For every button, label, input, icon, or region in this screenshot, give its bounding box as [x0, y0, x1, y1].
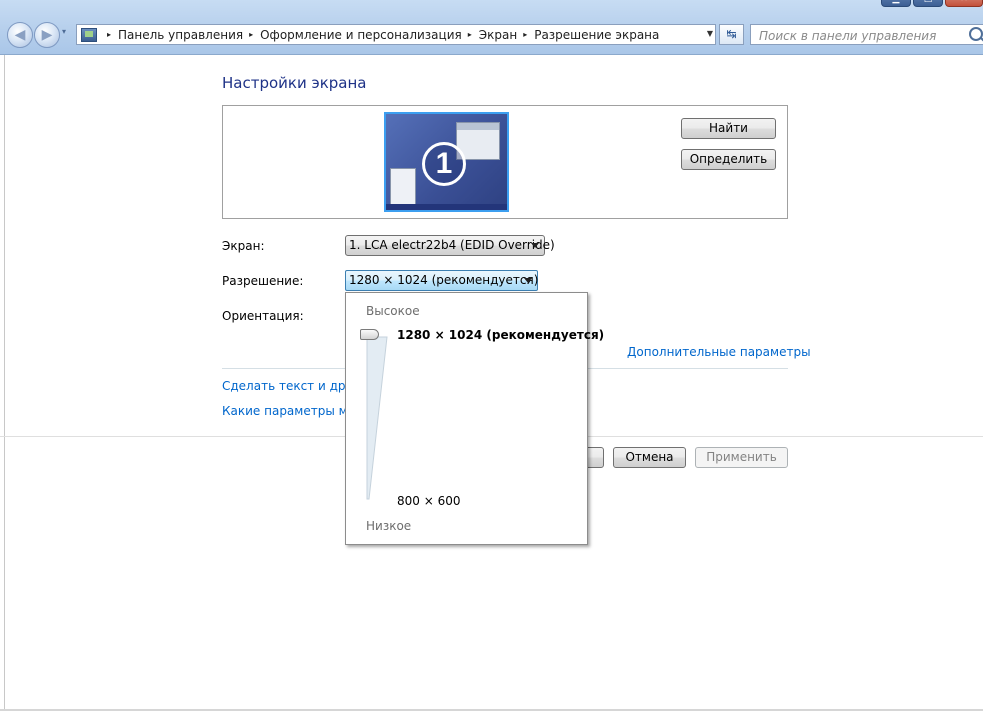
resolution-slider-thumb[interactable] — [360, 329, 379, 340]
resolution-slider-popup: Высокое 1280 × 1024 (рекомендуется) 800 … — [345, 292, 604, 545]
breadcrumb-separator-icon[interactable]: ▸ — [523, 30, 527, 39]
advanced-settings-link[interactable]: Дополнительные параметры — [627, 345, 811, 359]
breadcrumb-display[interactable]: Экран — [479, 28, 517, 42]
monitor-preview-panel: 1 Найти Определить — [222, 105, 788, 219]
monitor-taskbar-graphic — [386, 204, 507, 210]
breadcrumb-control-panel[interactable]: Панель управления — [118, 28, 243, 42]
slider-low-label: Низкое — [366, 519, 412, 533]
control-panel-icon[interactable] — [81, 27, 97, 42]
search-input[interactable] — [757, 25, 971, 46]
slider-top-value[interactable]: 1280 × 1024 (рекомендуется) — [397, 328, 604, 342]
monitor-number-badge: 1 — [422, 142, 466, 186]
dropdown-arrow-icon — [531, 243, 539, 248]
window-left-border — [4, 55, 5, 711]
monitor-sidebar-graphic — [390, 168, 416, 208]
recent-pages-dropdown-icon[interactable]: ▾ — [62, 27, 66, 36]
address-dropdown-icon[interactable]: ▼ — [707, 29, 713, 38]
title-bar: ▁ □ ✕ ◀ ▶ ▾ ▸ Панель управления ▸ Оформл… — [0, 0, 983, 55]
refresh-button[interactable]: ↹ — [719, 24, 744, 45]
forward-button[interactable]: ▶ — [34, 22, 60, 48]
resolution-label: Разрешение: — [222, 274, 304, 288]
back-button[interactable]: ◀ — [7, 22, 33, 48]
close-button[interactable]: ✕ — [945, 0, 983, 7]
minimize-button[interactable]: ▁ — [881, 0, 911, 7]
resolution-select[interactable]: 1280 × 1024 (рекомендуется) — [345, 270, 538, 291]
find-button[interactable]: Найти — [681, 118, 776, 139]
screen-select-value: 1. LCA electr22b4 (EDID Override) — [349, 238, 555, 252]
resolution-select-value: 1280 × 1024 (рекомендуется) — [349, 273, 539, 287]
search-box[interactable] — [750, 24, 983, 46]
breadcrumb-appearance[interactable]: Оформление и персонализация — [260, 28, 462, 42]
slider-bottom-value[interactable]: 800 × 600 — [397, 494, 461, 508]
breadcrumb-screen-resolution[interactable]: Разрешение экрана — [534, 28, 659, 42]
maximize-button[interactable]: □ — [913, 0, 943, 7]
cancel-button[interactable]: Отмена — [613, 447, 686, 468]
search-icon[interactable] — [969, 27, 983, 41]
window-controls: ▁ □ ✕ — [879, 0, 983, 7]
screen-select[interactable]: 1. LCA electr22b4 (EDID Override) — [345, 235, 555, 256]
screen-label: Экран: — [222, 239, 265, 253]
address-bar[interactable]: ▸ Панель управления ▸ Оформление и персо… — [76, 24, 716, 45]
breadcrumb-separator-icon[interactable]: ▸ — [249, 30, 253, 39]
slider-high-label: Высокое — [366, 304, 420, 318]
breadcrumb-separator-icon[interactable]: ▸ — [107, 30, 111, 39]
apply-button: Применить — [695, 447, 788, 468]
page-title: Настройки экрана — [222, 74, 367, 92]
breadcrumb-separator-icon[interactable]: ▸ — [468, 30, 472, 39]
orientation-label: Ориентация: — [222, 309, 304, 323]
identify-button[interactable]: Определить — [681, 149, 776, 170]
resolution-slider-track[interactable] — [365, 333, 388, 503]
dropdown-arrow-icon — [524, 278, 532, 283]
monitor-thumbnail[interactable]: 1 — [384, 112, 509, 212]
which-settings-link[interactable]: Какие параметры мон — [222, 404, 363, 418]
